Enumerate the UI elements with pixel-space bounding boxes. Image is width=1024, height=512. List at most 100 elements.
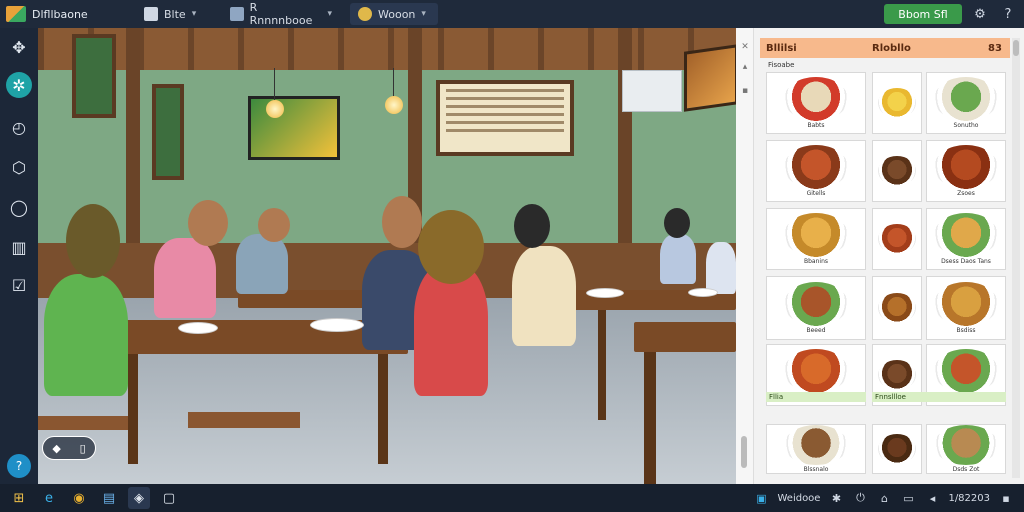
menu-board: [436, 80, 574, 156]
chair: [188, 412, 300, 428]
check-box-icon[interactable]: ☑: [6, 272, 32, 298]
tab-2[interactable]: R Rnnnnbooe ▾: [222, 1, 340, 27]
egg-icon[interactable]: ◯: [6, 194, 32, 220]
dish-card[interactable]: Bbanins: [766, 208, 866, 270]
move-icon[interactable]: ✥: [6, 34, 32, 60]
dish-caption: Babts: [807, 122, 825, 129]
dish-card[interactable]: Sonutho: [926, 72, 1006, 134]
chevron-up-icon[interactable]: ▴: [740, 62, 750, 72]
dish-image: [934, 145, 998, 189]
submit-button-label: Bbom Sfl: [898, 7, 948, 21]
close-icon[interactable]: ✕: [740, 42, 750, 52]
dish-caption: Bsdiss: [956, 327, 976, 334]
dish-card[interactable]: [872, 72, 922, 134]
air-conditioner: [622, 70, 682, 112]
dish-card[interactable]: Beeed: [766, 276, 866, 340]
submit-button[interactable]: Bbom Sfl: [884, 4, 962, 24]
dish-card[interactable]: Zsoes: [926, 140, 1006, 202]
volume-icon[interactable]: ◂: [924, 490, 940, 506]
bluetooth-icon[interactable]: ✱: [828, 490, 844, 506]
plate: [586, 288, 624, 298]
chart-icon[interactable]: ▥: [6, 234, 32, 260]
panel-header-col3: 83: [988, 42, 1002, 54]
pause-icon[interactable]: ▯: [80, 442, 86, 455]
power-icon[interactable]: ⏻: [852, 490, 868, 506]
chevron-down-icon[interactable]: ▾: [327, 9, 332, 19]
dish-card[interactable]: Dsds Zot: [926, 424, 1006, 474]
chevron-down-icon[interactable]: ▾: [421, 9, 426, 19]
dish-image: [878, 293, 916, 323]
hexagon-icon[interactable]: ⬡: [6, 154, 32, 180]
dish-caption: Dsess Daos Tans: [941, 258, 991, 265]
help-icon[interactable]: ?: [7, 454, 31, 478]
dish-card[interactable]: [872, 276, 922, 340]
tab-3-label: Wooon: [378, 7, 416, 21]
dish-card[interactable]: Blssnalo: [766, 424, 866, 474]
dish-image: [934, 425, 998, 465]
chrome-browser-icon[interactable]: ◉: [68, 487, 90, 509]
dish-card[interactable]: [872, 140, 922, 202]
display-icon[interactable]: ▭: [900, 490, 916, 506]
edge-browser-icon[interactable]: e: [38, 487, 60, 509]
dish-card[interactable]: [872, 424, 922, 474]
image-canvas[interactable]: ◆ ▯: [38, 28, 736, 484]
timer-icon[interactable]: ◴: [6, 114, 32, 140]
dish-caption: Zsoes: [957, 190, 975, 197]
scrollbar-thumb[interactable]: [1013, 40, 1019, 56]
dish-image: [784, 145, 848, 189]
dish-card[interactable]: Gitells: [766, 140, 866, 202]
diamond-icon[interactable]: ◆: [52, 442, 60, 455]
notification-icon[interactable]: ▪: [998, 490, 1014, 506]
dish-card[interactable]: Babts: [766, 72, 866, 134]
gutter-scrollbar[interactable]: [741, 436, 747, 468]
dish-card[interactable]: [872, 208, 922, 270]
dish-image: [934, 349, 998, 393]
chevron-down-icon[interactable]: ▾: [192, 9, 197, 19]
tray-label: Weidooe: [777, 492, 821, 504]
dish-image: [784, 349, 848, 393]
panel-scrollbar[interactable]: [1012, 38, 1020, 478]
file-explorer-icon[interactable]: ▤: [98, 487, 120, 509]
network-icon[interactable]: ⌂: [876, 490, 892, 506]
dish-card[interactable]: Dsess Daos Tans: [926, 208, 1006, 270]
view-toggle[interactable]: ◆ ▯: [42, 436, 96, 460]
pin-icon[interactable]: ▪: [740, 86, 750, 96]
dish-image: [878, 360, 916, 390]
tab-3[interactable]: Wooon ▾: [350, 3, 438, 25]
app-logo-icon: [6, 6, 26, 22]
plate: [688, 288, 718, 297]
taskbar: ⊞ e ◉ ▤ ◈ ▢ ▣ Weidooe ✱ ⏻ ⌂ ▭ ◂ 1/82203 …: [0, 484, 1024, 512]
settings-gear-icon[interactable]: ⚙: [970, 4, 990, 24]
dish-image: [784, 425, 848, 465]
help-icon[interactable]: ?: [998, 4, 1018, 24]
tab-1[interactable]: Blte ▾: [136, 3, 210, 25]
person: [44, 274, 128, 396]
person: [236, 234, 288, 294]
panel-header-col1: Bllilsi: [766, 42, 797, 54]
image-icon: [144, 7, 158, 21]
table: [634, 322, 736, 352]
settings-gear-icon[interactable]: ✲: [6, 72, 32, 98]
pendant-lamp: [385, 96, 403, 114]
chair: [38, 416, 128, 430]
app-tray-icon[interactable]: ▣: [753, 490, 769, 506]
plate: [178, 322, 218, 334]
menu-panel: ✕ ▴ ▪ Bllilsi Rlobllo 83 Fisoabe Babts So…: [736, 28, 1024, 484]
image-app-icon[interactable]: ◈: [128, 487, 150, 509]
windows-start-icon[interactable]: ⊞: [8, 487, 30, 509]
dish-image: [878, 156, 916, 186]
dish-caption: Beeed: [806, 327, 826, 334]
left-toolbar: ✥ ✲ ◴ ⬡ ◯ ▥ ☑ ?: [0, 28, 38, 484]
wall-painting: [684, 44, 736, 112]
dish-caption: Bbanins: [804, 258, 828, 265]
dish-image: [784, 282, 848, 326]
dish-card[interactable]: Bsdiss: [926, 276, 1006, 340]
dish-image: [934, 77, 998, 121]
pendant-lamp: [266, 100, 284, 118]
person-head: [66, 204, 120, 278]
panel-header-col2: Rlobllo: [872, 42, 911, 54]
person: [706, 242, 736, 294]
dish-image: [784, 77, 848, 121]
cube-icon[interactable]: ▢: [158, 487, 180, 509]
category-band: Fnnsllloe: [872, 392, 1006, 402]
